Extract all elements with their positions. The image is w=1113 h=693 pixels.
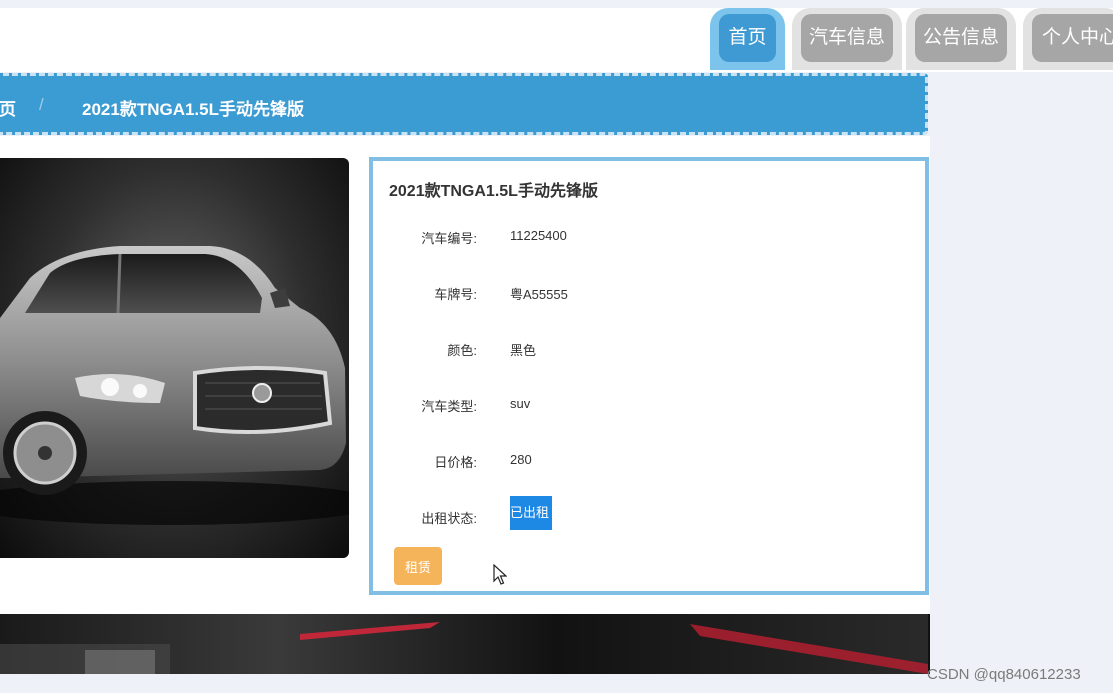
field-daily-price: 日价格: 280 <box>373 448 913 472</box>
banner-image <box>0 614 928 674</box>
field-label: 日价格: <box>434 455 477 470</box>
field-color: 颜色: 黑色 <box>373 336 913 360</box>
watermark-text: CSDN @qq840612233 <box>927 666 1081 683</box>
field-value: 黑色 <box>510 343 537 358</box>
field-label: 汽车类型: <box>421 399 477 414</box>
nav-tab-announcements-label: 公告信息 <box>915 14 1007 62</box>
field-label: 颜色: <box>447 343 477 358</box>
banner-divider <box>928 614 930 674</box>
field-label: 出租状态: <box>421 511 477 526</box>
nav-tab-car-info-label: 汽车信息 <box>801 14 893 62</box>
field-plate-number: 车牌号: 粤A55555 <box>373 280 913 304</box>
field-value: suv <box>510 396 531 411</box>
field-label: 车牌号: <box>434 287 477 302</box>
field-rental-status: 出租状态: 已出租 <box>373 496 913 530</box>
car-illustration <box>0 246 349 525</box>
breadcrumb: 页 / 2021款TNGA1.5L手动先锋版 <box>0 73 928 135</box>
field-value: 280 <box>510 452 532 467</box>
top-strip <box>0 0 1113 8</box>
rental-status-value: 已出租 <box>510 496 552 530</box>
field-car-number: 汽车编号: 11225400 <box>373 224 913 248</box>
field-label: 汽车编号: <box>421 231 477 246</box>
field-value: 粤A55555 <box>510 287 568 302</box>
car-detail-title: 2021款TNGA1.5L手动先锋版 <box>389 183 598 200</box>
mouse-cursor-icon <box>493 564 507 585</box>
breadcrumb-current: 2021款TNGA1.5L手动先锋版 <box>82 100 304 119</box>
nav-tab-car-info[interactable]: 汽车信息 <box>792 8 902 70</box>
nav-tab-home[interactable]: 首页 <box>710 8 785 70</box>
rent-button[interactable]: 租赁 <box>394 547 442 585</box>
nav-tab-profile[interactable]: 个人中心 <box>1023 8 1113 70</box>
nav-tab-profile-label: 个人中心 <box>1032 14 1113 62</box>
field-value: 11225400 <box>510 228 567 243</box>
breadcrumb-separator: / <box>39 95 44 114</box>
nav-tab-home-label: 首页 <box>719 14 776 62</box>
breadcrumb-home-link[interactable]: 页 <box>0 95 16 120</box>
field-car-type: 汽车类型: suv <box>373 392 913 416</box>
car-image <box>0 158 349 558</box>
car-detail-card: 2021款TNGA1.5L手动先锋版 汽车编号: 11225400 车牌号: 粤… <box>369 157 929 595</box>
banner-illustration <box>0 622 928 674</box>
nav-tab-announcements[interactable]: 公告信息 <box>906 8 1016 70</box>
